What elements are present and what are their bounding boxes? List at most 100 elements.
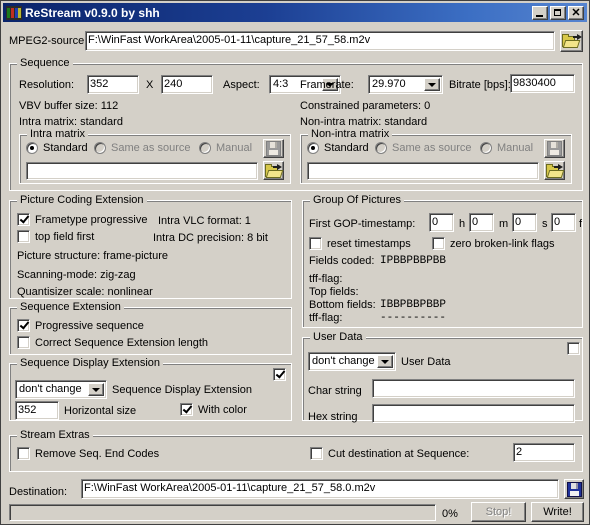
minimize-button[interactable] — [532, 5, 548, 20]
cut-sequence-input[interactable]: 2 — [513, 443, 575, 462]
framerate-label: Framerate: — [300, 79, 354, 91]
non-intra-matrix-standard-radio[interactable]: Standard — [307, 142, 369, 154]
intra-matrix-save-button[interactable] — [263, 139, 284, 158]
maximize-button[interactable] — [550, 5, 566, 20]
radio-icon — [26, 142, 38, 154]
picture-structure-text: Picture structure: frame-picture — [17, 250, 168, 262]
radio-icon — [94, 142, 106, 154]
user-data-title: User Data — [310, 331, 366, 343]
intra-matrix-manual-label: Manual — [216, 142, 253, 154]
intra-matrix-path-input[interactable] — [26, 162, 258, 180]
close-icon: ✕ — [571, 6, 581, 19]
non-intra-matrix-manual-label: Manual — [497, 142, 534, 154]
sequence-display-extension-enable-checkbox[interactable] — [273, 368, 286, 381]
sequence-display-extension-mode-select[interactable]: don't change — [15, 380, 107, 399]
gop-frames-input[interactable]: 0 — [551, 213, 576, 232]
bottom-fields-value: IBBPBBPBBP — [380, 299, 447, 311]
mpeg2-source-browse-button[interactable] — [560, 30, 583, 52]
constrained-parameters-text: Constrained parameters: 0 — [300, 100, 431, 112]
destination-input[interactable]: F:\WinFast WorkArea\2005-01-11\capture_2… — [81, 479, 559, 499]
intra-dc-precision-text: Intra DC precision: 8 bit — [153, 232, 268, 244]
hex-string-label: Hex string — [308, 411, 358, 423]
cut-destination-label: Cut destination at Sequence: — [328, 447, 470, 460]
top-field-first-checkbox[interactable]: top field first — [17, 230, 94, 243]
sequence-group-title: Sequence — [17, 57, 73, 69]
picture-coding-extension-title: Picture Coding Extension — [17, 194, 147, 206]
write-button[interactable]: Write! — [531, 502, 584, 522]
title-bar: ReStream v0.9.0 by shh ✕ — [3, 3, 587, 22]
destination-save-button[interactable] — [564, 479, 584, 499]
gop-hours-input[interactable]: 0 — [429, 213, 454, 232]
radio-icon — [307, 142, 319, 154]
destination-label: Destination: — [9, 486, 68, 498]
bottom-fields-label: Bottom fields: — [309, 299, 376, 311]
user-data-enable-checkbox[interactable] — [567, 342, 580, 355]
non-intra-matrix-text: Non-intra matrix: standard — [300, 116, 428, 128]
with-color-checkbox[interactable]: With color — [180, 403, 247, 416]
resolution-width-input[interactable]: 352 — [87, 75, 139, 94]
quantisizer-scale-text: Quantisizer scale: nonlinear — [17, 286, 153, 298]
sequence-display-extension-title: Sequence Display Extension — [17, 357, 164, 369]
bitrate-input[interactable]: 9830400 — [510, 74, 575, 93]
sequence-display-extension-mode-value: don't change — [19, 383, 82, 395]
hex-string-input[interactable] — [372, 404, 575, 423]
user-data-mode-select[interactable]: don't change — [308, 352, 396, 371]
frametype-progressive-label: Frametype progressive — [35, 213, 148, 226]
user-data-mode-label: User Data — [401, 356, 451, 368]
mpeg2-source-input[interactable]: F:\WinFast WorkArea\2005-01-11\capture_2… — [85, 31, 555, 51]
intra-matrix-standard-label: Standard — [43, 142, 88, 154]
reset-timestamps-label: reset timestamps — [327, 237, 411, 250]
gop-seconds-input[interactable]: 0 — [512, 213, 537, 232]
gop-minutes-input[interactable]: 0 — [469, 213, 494, 232]
frametype-progressive-checkbox[interactable]: Frametype progressive — [17, 213, 148, 226]
scanning-mode-text: Scanning-mode: zig-zag — [17, 269, 136, 281]
radio-icon — [199, 142, 211, 154]
group-of-pictures-title: Group Of Pictures — [310, 194, 405, 206]
remove-seq-end-codes-checkbox[interactable]: Remove Seq. End Codes — [17, 447, 159, 460]
checkbox-icon — [310, 447, 323, 460]
chevron-down-icon[interactable] — [88, 383, 104, 396]
non-intra-matrix-same-as-source-radio[interactable]: Same as source — [375, 142, 471, 154]
checkbox-icon — [17, 447, 30, 460]
top-fields-label: Top fields: — [309, 286, 359, 298]
reset-timestamps-checkbox[interactable]: reset timestamps — [309, 237, 411, 250]
char-string-input[interactable] — [372, 379, 575, 398]
non-intra-matrix-manual-radio[interactable]: Manual — [480, 142, 533, 154]
resolution-height-input[interactable]: 240 — [161, 75, 213, 94]
intra-matrix-open-button[interactable] — [263, 161, 284, 180]
top-field-first-label: top field first — [35, 230, 95, 243]
correct-sequence-extension-length-checkbox[interactable]: Correct Sequence Extension length — [17, 336, 208, 349]
checkbox-icon — [17, 336, 30, 349]
chevron-down-icon[interactable] — [424, 78, 440, 91]
framerate-select[interactable]: 29.970 — [368, 75, 443, 94]
intra-matrix-standard-radio[interactable]: Standard — [26, 142, 88, 154]
zero-broken-link-flags-checkbox[interactable]: zero broken-link flags — [432, 237, 555, 250]
stop-button[interactable]: Stop! — [471, 502, 526, 522]
non-intra-matrix-save-button[interactable] — [544, 139, 565, 158]
aspect-label: Aspect: — [223, 79, 260, 91]
progress-percent-text: 0% — [442, 508, 458, 520]
intra-matrix-manual-radio[interactable]: Manual — [199, 142, 252, 154]
close-button[interactable]: ✕ — [568, 5, 584, 20]
folder-open-icon — [546, 164, 565, 178]
intra-matrix-same-as-source-label: Same as source — [111, 142, 191, 154]
cut-destination-checkbox[interactable]: Cut destination at Sequence: — [310, 447, 469, 460]
horizontal-size-input[interactable]: 352 — [15, 401, 59, 420]
folder-open-icon — [265, 164, 284, 178]
non-intra-matrix-path-input[interactable] — [307, 162, 539, 180]
checkbox-icon — [17, 230, 30, 243]
fields-coded-label: Fields coded: — [309, 255, 375, 267]
progressive-sequence-checkbox[interactable]: Progressive sequence — [17, 319, 144, 332]
user-data-mode-value: don't change — [312, 355, 375, 367]
char-string-label: Char string — [308, 385, 362, 397]
checkbox-icon — [180, 403, 193, 416]
first-gop-timestamp-label: First GOP-timestamp: — [309, 218, 416, 230]
checkbox-icon — [17, 319, 30, 332]
non-intra-matrix-open-button[interactable] — [544, 161, 565, 180]
floppy-save-icon — [566, 481, 582, 497]
intra-matrix-same-as-source-radio[interactable]: Same as source — [94, 142, 190, 154]
non-intra-matrix-group-title: Non-intra matrix — [308, 128, 393, 140]
stop-button-label: Stop! — [485, 506, 512, 518]
intra-vlc-format-text: Intra VLC format: 1 — [158, 215, 251, 227]
chevron-down-icon[interactable] — [377, 355, 393, 368]
